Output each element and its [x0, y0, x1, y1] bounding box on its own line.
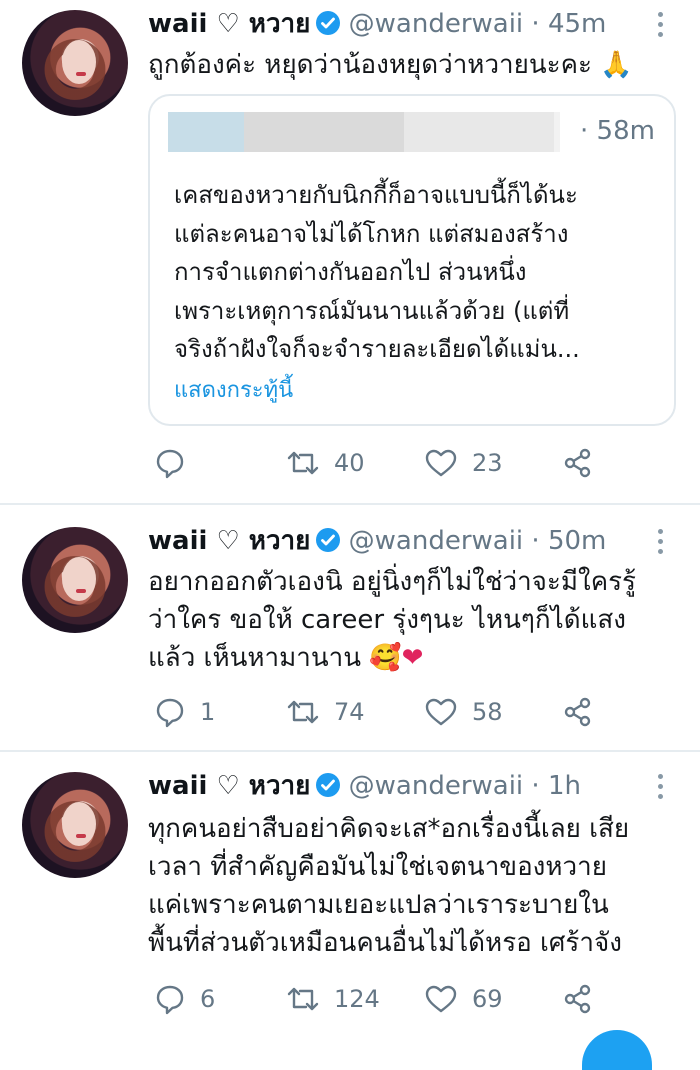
- like-button[interactable]: 23: [424, 446, 503, 480]
- more-options-icon[interactable]: [650, 12, 670, 42]
- retweet-button[interactable]: 40: [286, 446, 365, 480]
- timestamp[interactable]: · 1h: [531, 771, 581, 801]
- show-thread-link[interactable]: แสดงกระทู้นี้: [174, 372, 293, 407]
- tweet-header: waii ♡ หวาย @wanderwaii · 1h: [148, 768, 581, 804]
- more-options-icon[interactable]: [650, 774, 670, 804]
- verified-badge-icon: [316, 773, 341, 797]
- reply-button[interactable]: [154, 446, 200, 480]
- tweet-text: ทุกคนอย่าสืบอย่าคิดจะเส*อกเรื่องนี้เลย เ…: [148, 814, 630, 958]
- like-count: 23: [472, 449, 503, 477]
- timestamp[interactable]: · 45m: [531, 9, 606, 39]
- tweet-2[interactable]: waii ♡ หวาย @wanderwaii · 50m อยากออกตัว…: [0, 505, 700, 750]
- like-count: 69: [472, 985, 503, 1013]
- retweet-count: 74: [334, 698, 365, 726]
- share-icon: [564, 697, 591, 727]
- tweet-header: waii ♡ หวาย @wanderwaii · 45m: [148, 6, 606, 42]
- reply-count: 6: [200, 985, 216, 1013]
- tweet-actions: 40 23: [148, 446, 608, 480]
- retweet-count: 124: [334, 985, 380, 1013]
- tweet-text-body: อยากออกตัวเองนิ อยู่นิ่งๆก็ไม่ใช่ว่าจะมี…: [148, 567, 637, 673]
- timestamp[interactable]: · 50m: [531, 526, 606, 556]
- retweet-icon: [287, 987, 319, 1011]
- user-handle[interactable]: @wanderwaii: [349, 771, 524, 801]
- retweet-icon: [287, 700, 319, 724]
- retweet-count: 40: [334, 449, 365, 477]
- share-button[interactable]: [562, 695, 594, 729]
- avatar[interactable]: [22, 10, 128, 116]
- display-name[interactable]: waii ♡ หวาย: [148, 9, 310, 39]
- reply-button[interactable]: 1: [154, 695, 215, 729]
- heart-icon: [425, 698, 457, 726]
- avatar[interactable]: [22, 527, 128, 633]
- more-options-icon[interactable]: [650, 529, 670, 559]
- avatar[interactable]: [22, 772, 128, 878]
- share-icon: [564, 984, 591, 1014]
- retweet-button[interactable]: 124: [286, 982, 380, 1016]
- quote-text: เคสของหวายกับนิกกี้ก็อาจแบบนี้ก็ได้นะ แต…: [174, 181, 580, 363]
- retweet-button[interactable]: 74: [286, 695, 365, 729]
- like-button[interactable]: 58: [424, 695, 503, 729]
- share-button[interactable]: [562, 982, 594, 1016]
- tweet-text: ถูกต้องค่ะ หยุดว่าน้องหยุดว่าหวายนะคะ 🙏: [148, 50, 633, 80]
- verified-badge-icon: [316, 528, 341, 552]
- reply-button[interactable]: 6: [154, 982, 215, 1016]
- tweet-actions: 1 74 58: [148, 695, 608, 729]
- reply-count: 1: [200, 698, 216, 726]
- like-button[interactable]: 69: [424, 982, 503, 1016]
- tweet-1[interactable]: waii ♡ หวาย @wanderwaii · 45m ถูกต้องค่ะ…: [0, 0, 700, 503]
- heart-icon: [425, 449, 457, 477]
- retweet-icon: [287, 451, 319, 475]
- tweet-text: อยากออกตัวเองนิ อยู่นิ่งๆก็ไม่ใช่ว่าจะมี…: [148, 563, 688, 677]
- tweet-actions: 6 124 69: [148, 982, 608, 1016]
- quoted-tweet[interactable]: · 58m เคสของหวายกับนิกกี้ก็อาจแบบนี้ก็ได…: [148, 94, 676, 426]
- verified-badge-icon: [316, 11, 341, 35]
- quote-timestamp[interactable]: · 58m: [580, 116, 655, 146]
- display-name[interactable]: waii ♡ หวาย: [148, 771, 310, 801]
- share-icon: [564, 448, 591, 478]
- user-handle[interactable]: @wanderwaii: [349, 526, 524, 556]
- reply-icon: [156, 698, 184, 728]
- user-handle[interactable]: @wanderwaii: [349, 9, 524, 39]
- like-count: 58: [472, 698, 503, 726]
- heart-icon: [425, 985, 457, 1013]
- tweet-3[interactable]: waii ♡ หวาย @wanderwaii · 1h ทุกคนอย่าสื…: [0, 752, 700, 1041]
- reply-icon: [156, 985, 184, 1015]
- reply-icon: [156, 449, 184, 479]
- display-name[interactable]: waii ♡ หวาย: [148, 526, 310, 556]
- red-heart-emoji: ❤: [401, 643, 424, 673]
- share-button[interactable]: [562, 446, 594, 480]
- tweet-header: waii ♡ หวาย @wanderwaii · 50m: [148, 523, 606, 559]
- blurred-quote-author: [168, 112, 244, 152]
